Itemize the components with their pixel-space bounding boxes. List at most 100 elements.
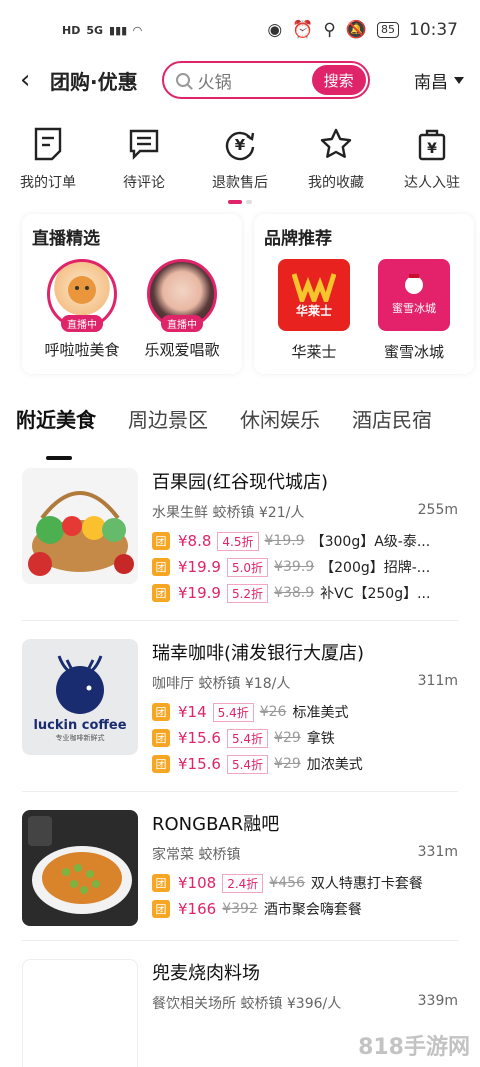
shop-thumbnail [22, 468, 138, 584]
avatar: 直播中 [47, 259, 117, 332]
quick-action-label: 待评论 [123, 175, 165, 191]
deal-row[interactable]: 团 ¥15.6 5.4折 ¥29 拿铁 [152, 725, 458, 751]
deal-price: ¥166 [178, 900, 217, 918]
deal-price: ¥19.9 [178, 584, 221, 602]
status-bar: HD 5G ▮▮▮ ◠ ◉ ⏰ ⚲ 🔕 85 10:37 [0, 0, 480, 60]
deal-discount: 5.0折 [226, 557, 269, 577]
star-icon [298, 126, 374, 162]
shop-item[interactable]: luckin coffee 专业咖啡新鲜式 瑞幸咖啡(浦发银行大厦店) 咖啡厅 … [22, 621, 458, 792]
shop-item[interactable]: RONGBAR融吧 家常菜 蛟桥镇 331m 团 ¥108 2.4折 ¥456 双人特惠打… [22, 792, 458, 941]
tab-scenic[interactable]: 周边景区 [128, 404, 208, 450]
clock: 10:37 [409, 20, 458, 40]
quick-action-refund[interactable]: ¥ 退款售后 [202, 126, 278, 192]
deal-discount: 5.4折 [226, 754, 269, 774]
deal-row[interactable]: 团 ¥19.9 5.0折 ¥39.9 【200g】招牌-... [152, 554, 458, 580]
search-icon [175, 73, 190, 87]
brand-card-title: 品牌推荐 [264, 229, 332, 249]
search-button[interactable]: 搜索 [311, 65, 366, 95]
chevron-left-icon[interactable]: ‹ [20, 67, 44, 93]
deal-desc: 酒市聚会嗨套餐 [263, 902, 362, 918]
tab-nearby-food[interactable]: 附近美食 [16, 404, 96, 460]
live-item-name: 呼啦啦美食 [44, 341, 120, 359]
shop-meta: 咖啡厅 蛟桥镇 ¥18/人 [152, 676, 291, 692]
shop-item[interactable]: 百果园(红谷现代城店) 水果生鲜 蛟桥镇 ¥21/人 255m 团 ¥8.8 4.5折… [22, 450, 458, 621]
live-item[interactable]: 直播中 呼啦啦美食 [32, 259, 132, 360]
chevron-down-icon [454, 76, 464, 84]
svg-text:¥: ¥ [427, 141, 437, 157]
mute-icon: 🔕 [345, 20, 367, 40]
quick-action-label: 退款售后 [212, 175, 268, 191]
shop-name: RONGBAR融吧 [152, 814, 280, 835]
group-buy-icon: 团 [152, 755, 170, 773]
group-buy-icon: 团 [152, 584, 170, 602]
shop-meta: 餐饮相关场所 蛟桥镇 ¥396/人 [152, 996, 342, 1012]
search-box[interactable]: 火锅 搜索 [161, 61, 370, 99]
shop-name: 瑞幸咖啡(浦发银行大厦店) [152, 643, 365, 664]
brand-card[interactable]: 品牌推荐 华莱士 华莱士 蜜雪冰城 蜜雪冰城 [254, 214, 474, 374]
deal-discount: 5.4折 [226, 728, 269, 748]
live-card-title: 直播精选 [32, 229, 100, 249]
deal-price: ¥15.6 [178, 729, 221, 747]
wifi-icon: ◠ [133, 23, 142, 37]
quick-action-expert[interactable]: ¥ 达人入驻 [394, 126, 470, 192]
quick-action-comments[interactable]: 待评论 [106, 126, 182, 192]
signal-icon: ▮▮▮ [109, 23, 128, 37]
mixue-logo-text: 蜜雪冰城 [392, 302, 436, 315]
deal-original-price: ¥26 [259, 704, 287, 720]
city-selector[interactable]: 南昌 [414, 68, 464, 93]
deal-discount: 5.2折 [226, 583, 269, 603]
quick-action-label: 我的订单 [20, 175, 76, 191]
live-item[interactable]: 直播中 乐观爱唱歌 [132, 259, 232, 360]
deal-price: ¥14 [178, 703, 207, 721]
quick-action-label: 达人入驻 [404, 175, 460, 191]
deal-row[interactable]: 团 ¥14 5.4折 ¥26 标准美式 [152, 699, 458, 725]
deal-desc: 补VC【250g】... [320, 586, 431, 602]
shop-meta: 家常菜 蛟桥镇 [152, 847, 241, 863]
deal-price: ¥8.8 [178, 532, 212, 550]
group-buy-icon: 团 [152, 874, 170, 892]
hd-indicator: HD [62, 23, 81, 37]
deal-desc: 拿铁 [306, 731, 335, 747]
order-icon [10, 126, 86, 162]
battery-indicator: 85 [377, 22, 399, 38]
alarm-icon: ⏰ [292, 20, 314, 40]
deal-price: ¥19.9 [178, 558, 221, 576]
category-tabs: 附近美食 周边景区 休闲娱乐 酒店民宿 [0, 404, 480, 460]
luckin-logo-sub: 专业咖啡新鲜式 [55, 733, 105, 742]
brand-item[interactable]: 华莱士 华莱士 [264, 259, 364, 362]
brand-item-name: 华莱士 [291, 343, 337, 361]
luckin-logo: luckin coffee 专业咖啡新鲜式 [22, 639, 138, 755]
deal-original-price: ¥392 [222, 901, 258, 917]
quick-action-favorites[interactable]: 我的收藏 [298, 126, 374, 192]
quick-action-orders[interactable]: 我的订单 [10, 126, 86, 192]
live-badge: 直播中 [161, 315, 203, 332]
deal-original-price: ¥39.9 [274, 559, 315, 575]
mixue-logo: 蜜雪冰城 [378, 259, 450, 331]
group-buy-icon: 团 [152, 703, 170, 721]
deal-original-price: ¥29 [274, 730, 301, 746]
quick-actions: 我的订单 待评论 ¥ 退款售后 我的收藏 ¥ 达人入驻 [0, 126, 480, 192]
svg-text:¥: ¥ [235, 136, 246, 154]
deal-price: ¥108 [178, 874, 217, 892]
shop-list: 百果园(红谷现代城店) 水果生鲜 蛟桥镇 ¥21/人 255m 团 ¥8.8 4.5折… [0, 450, 480, 1067]
tab-leisure[interactable]: 休闲娱乐 [240, 404, 320, 450]
live-card[interactable]: 直播精选 直播中 呼啦啦美食 直播中 乐观爱唱歌 [22, 214, 242, 374]
deal-original-price: ¥38.9 [274, 585, 315, 601]
deal-row[interactable]: 团 ¥166 ¥392 酒市聚会嗨套餐 [152, 896, 458, 922]
brand-item-name: 蜜雪冰城 [383, 343, 444, 361]
bag-icon: ¥ [394, 126, 470, 162]
shop-distance: 255m [417, 502, 458, 518]
deal-discount: 4.5折 [217, 531, 259, 551]
deal-row[interactable]: 团 ¥108 2.4折 ¥456 双人特惠打卡套餐 [152, 870, 458, 896]
deal-row[interactable]: 团 ¥19.9 5.2折 ¥38.9 补VC【250g】... [152, 580, 458, 606]
brand-item[interactable]: 蜜雪冰城 蜜雪冰城 [364, 259, 464, 362]
avatar: 直播中 [147, 259, 217, 332]
deal-row[interactable]: 团 ¥15.6 5.4折 ¥29 加浓美式 [152, 751, 458, 777]
deal-row[interactable]: 团 ¥8.8 4.5折 ¥19.9 【300g】A级-泰... [152, 528, 458, 554]
tab-hotel[interactable]: 酒店民宿 [352, 404, 432, 450]
deal-price: ¥15.6 [178, 755, 221, 773]
location-icon: ⚲ [323, 20, 336, 40]
live-item-name: 乐观爱唱歌 [144, 341, 220, 359]
city-label: 南昌 [414, 72, 448, 93]
deal-desc: 双人特惠打卡套餐 [310, 876, 423, 892]
